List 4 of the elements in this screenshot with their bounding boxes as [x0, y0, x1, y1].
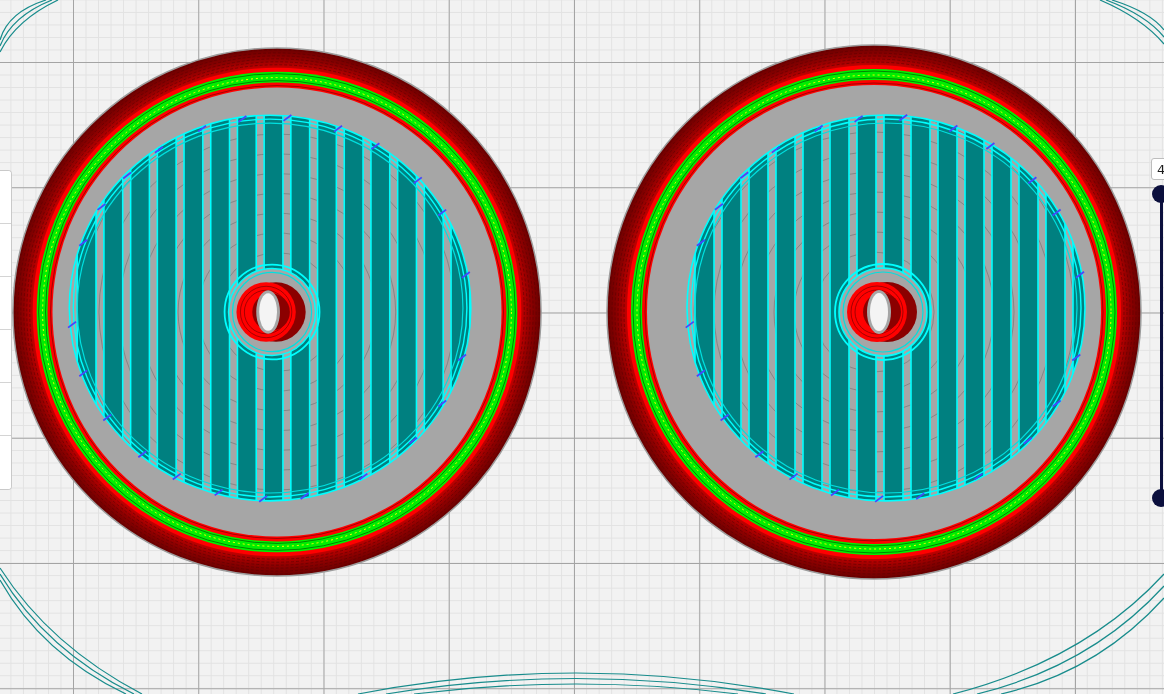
plate-outline-arc	[0, 0, 59, 53]
toolbar-button[interactable]	[0, 171, 11, 224]
plate-outline-arc	[1099, 0, 1164, 45]
layer-number-label: 4	[1151, 158, 1164, 180]
